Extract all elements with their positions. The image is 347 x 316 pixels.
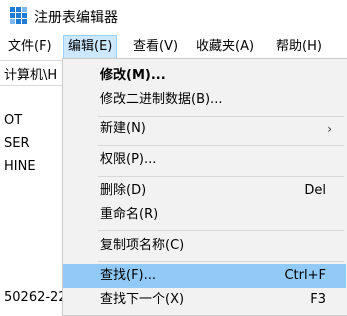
edit-dropdown-menu: 修改(M)... 修改二进制数据(B)... 新建(N) › 权限(P)... …	[62, 58, 347, 316]
menu-item-label: 新建(N)	[100, 121, 146, 136]
menu-item-label: 修改(M)...	[100, 68, 166, 83]
menu-item-delete[interactable]: 删除(D) Del	[63, 179, 346, 203]
menu-item-modify[interactable]: 修改(M)...	[63, 64, 346, 88]
menu-item-rename[interactable]: 重命名(R)	[63, 203, 346, 227]
tree-item[interactable]: HINE	[4, 159, 36, 174]
address-path: 计算机\H	[4, 68, 58, 83]
shortcut-label: F3	[310, 292, 326, 307]
tree-item[interactable]: OT	[4, 113, 22, 128]
menu-item-modify-binary[interactable]: 修改二进制数据(B)...	[63, 88, 346, 112]
menu-bar: 文件(F) 编辑(E) 查看(V) 收藏夹(A) 帮助(H)	[0, 33, 347, 59]
registry-editor-icon	[10, 7, 27, 24]
menu-separator	[98, 230, 344, 231]
shortcut-label: Del	[304, 183, 326, 198]
tree-item[interactable]: SER	[4, 136, 30, 151]
menu-item-label: 复制项名称(C)	[100, 238, 185, 253]
menu-separator	[98, 176, 344, 177]
menu-item-label: 查找(F)...	[100, 268, 157, 283]
chevron-right-icon: ›	[327, 122, 332, 136]
menu-item-label: 删除(D)	[100, 183, 147, 198]
menu-view[interactable]: 查看(V)	[129, 36, 182, 58]
tree-item[interactable]: 50262-22	[4, 290, 67, 305]
menu-separator	[98, 261, 344, 262]
menu-item-copy-key-name[interactable]: 复制项名称(C)	[63, 234, 346, 258]
menu-item-new[interactable]: 新建(N) ›	[63, 117, 346, 141]
title-bar: 注册表编辑器	[0, 0, 347, 31]
menu-help[interactable]: 帮助(H)	[272, 36, 326, 58]
window-title: 注册表编辑器	[34, 10, 118, 26]
menu-item-label: 查找下一个(X)	[100, 292, 185, 307]
menu-item-label: 重命名(R)	[100, 207, 159, 222]
menu-item-find-next[interactable]: 查找下一个(X) F3	[63, 288, 346, 312]
menu-edit[interactable]: 编辑(E)	[63, 35, 118, 59]
shortcut-label: Ctrl+F	[284, 268, 326, 283]
menu-item-label: 权限(P)...	[100, 152, 157, 167]
menu-item-find[interactable]: 查找(F)... Ctrl+F	[63, 264, 346, 288]
menu-separator	[98, 145, 344, 146]
menu-item-label: 修改二进制数据(B)...	[100, 92, 223, 107]
menu-favorites[interactable]: 收藏夹(A)	[192, 36, 258, 58]
menu-item-permissions[interactable]: 权限(P)...	[63, 148, 346, 172]
menu-file[interactable]: 文件(F)	[4, 36, 56, 58]
